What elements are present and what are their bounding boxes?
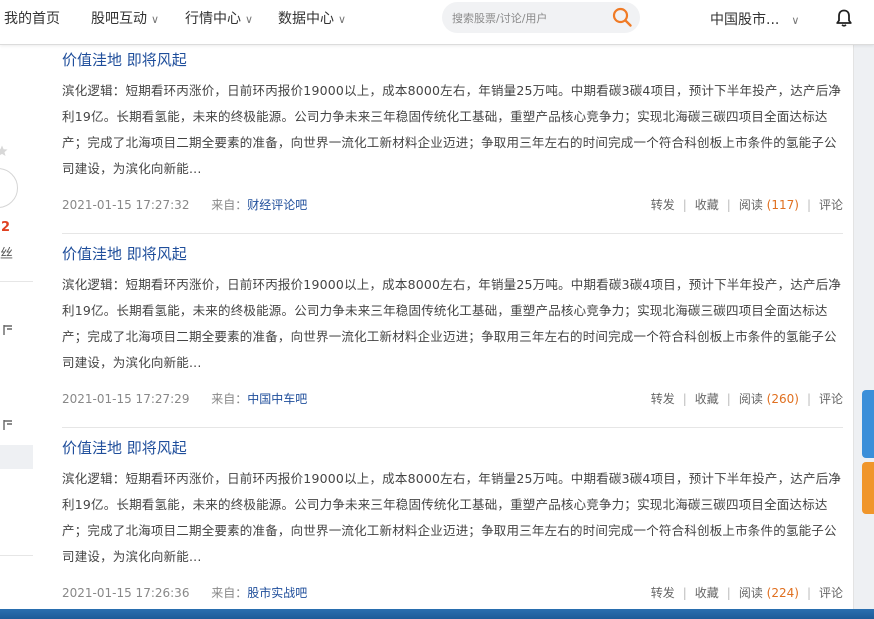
menu-corner-icon[interactable] bbox=[2, 324, 14, 336]
separator: | bbox=[806, 392, 811, 406]
post-body: 滨化逻辑：短期看环丙涨价，日前环丙报价19000以上，成本8000左右，年销量2… bbox=[62, 277, 842, 370]
post-title[interactable]: 价值洼地 即将风起 bbox=[62, 438, 843, 458]
nav-home-label: 我的首页 bbox=[4, 11, 60, 27]
sidebar-item-selected[interactable] bbox=[0, 445, 33, 469]
comment-button[interactable]: 评论 bbox=[819, 586, 843, 600]
post-body: 滨化逻辑：短期看环丙涨价，日前环丙报价19000以上，成本8000左右，年销量2… bbox=[62, 471, 842, 564]
post-divider bbox=[62, 427, 843, 428]
separator: | bbox=[806, 586, 811, 600]
nav-market-label: 行情中心 bbox=[185, 11, 241, 27]
sidebar-divider bbox=[0, 281, 33, 282]
post-actions: 转发 | 收藏 | 阅读 (117) | 评论 bbox=[651, 196, 843, 214]
star-icon bbox=[0, 145, 8, 156]
read-label: 阅读 bbox=[738, 198, 763, 212]
nav-data[interactable]: 数据中心 ∨ bbox=[278, 8, 346, 28]
post-time: 2021-01-15 17:26:36 bbox=[62, 586, 190, 600]
read-count: (260) bbox=[766, 392, 799, 406]
collect-button[interactable]: 收藏 bbox=[695, 586, 719, 600]
post-title[interactable]: 价值洼地 即将风起 bbox=[62, 244, 843, 264]
separator: | bbox=[682, 586, 687, 600]
post-feed: 价值洼地 即将风起 滨化逻辑：短期看环丙涨价，日前环丙报价19000以上，成本8… bbox=[33, 45, 854, 611]
forward-button[interactable]: 转发 bbox=[651, 198, 675, 212]
separator: | bbox=[806, 198, 811, 212]
nav-data-label: 数据中心 bbox=[278, 11, 334, 27]
forward-button[interactable]: 转发 bbox=[651, 586, 675, 600]
separator: | bbox=[726, 392, 731, 406]
market-select-label: 中国股市... bbox=[710, 12, 780, 28]
post-from-label: 来自： bbox=[211, 586, 248, 600]
menu-corner-icon[interactable] bbox=[2, 419, 14, 431]
sidebar-count: 2 bbox=[1, 220, 11, 235]
post-item: 价值洼地 即将风起 滨化逻辑：短期看环丙涨价，日前环丙报价19000以上，成本8… bbox=[62, 50, 843, 182]
collect-button[interactable]: 收藏 bbox=[695, 198, 719, 212]
post-actions: 转发 | 收藏 | 阅读 (224) | 评论 bbox=[651, 584, 843, 602]
post-source-link[interactable]: 财经评论吧 bbox=[247, 198, 307, 212]
chevron-down-icon: ∨ bbox=[151, 13, 160, 26]
avatar-ring[interactable] bbox=[0, 168, 18, 208]
read-label: 阅读 bbox=[738, 392, 763, 406]
chevron-down-icon: ∨ bbox=[791, 14, 800, 27]
post-title[interactable]: 价值洼地 即将风起 bbox=[62, 50, 843, 70]
top-nav-bar: 我的首页 股吧互动 ∨ 行情中心 ∨ 数据中心 ∨ 中国股市... ∨ bbox=[0, 0, 874, 45]
post-from-label: 来自： bbox=[211, 392, 248, 406]
sidebar-divider bbox=[0, 555, 33, 556]
post-divider bbox=[62, 233, 843, 234]
post-actions: 转发 | 收藏 | 阅读 (260) | 评论 bbox=[651, 390, 843, 408]
post-time: 2021-01-15 17:27:32 bbox=[62, 198, 190, 212]
search-box bbox=[442, 2, 640, 33]
chevron-down-icon: ∨ bbox=[245, 13, 254, 26]
separator: | bbox=[726, 198, 731, 212]
float-action-button[interactable] bbox=[862, 462, 874, 514]
forward-button[interactable]: 转发 bbox=[651, 392, 675, 406]
collect-button[interactable]: 收藏 bbox=[695, 392, 719, 406]
separator: | bbox=[726, 586, 731, 600]
market-select[interactable]: 中国股市... ∨ bbox=[710, 9, 799, 29]
read-count: (224) bbox=[766, 586, 799, 600]
post-meta: 2021-01-15 17:27:29 来自：中国中车吧 转发 | 收藏 | 阅读 (2… bbox=[62, 390, 843, 408]
nav-guba-label: 股吧互动 bbox=[91, 11, 147, 27]
post-item: 价值洼地 即将风起 滨化逻辑：短期看环丙涨价，日前环丙报价19000以上，成本8… bbox=[62, 438, 843, 570]
nav-home[interactable]: 我的首页 bbox=[4, 8, 60, 28]
read-count: (117) bbox=[766, 198, 799, 212]
left-sidebar: 2 丝 bbox=[0, 45, 34, 611]
bell-icon[interactable] bbox=[834, 8, 854, 28]
post-time: 2021-01-15 17:27:29 bbox=[62, 392, 190, 406]
post-from-label: 来自： bbox=[211, 198, 248, 212]
post-meta: 2021-01-15 17:26:36 来自：股市实战吧 转发 | 收藏 | 阅读 (2… bbox=[62, 584, 843, 602]
nav-guba[interactable]: 股吧互动 ∨ bbox=[91, 8, 159, 28]
post-meta: 2021-01-15 17:27:32 来自：财经评论吧 转发 | 收藏 | 阅读 (1… bbox=[62, 196, 843, 214]
taskbar-strip bbox=[0, 609, 874, 619]
post-body: 滨化逻辑：短期看环丙涨价，日前环丙报价19000以上，成本8000左右，年销量2… bbox=[62, 83, 842, 176]
comment-button[interactable]: 评论 bbox=[819, 392, 843, 406]
chevron-down-icon: ∨ bbox=[338, 13, 347, 26]
search-icon[interactable] bbox=[611, 6, 633, 28]
separator: | bbox=[682, 392, 687, 406]
post-source-link[interactable]: 股市实战吧 bbox=[247, 586, 307, 600]
feedback-float-button[interactable] bbox=[862, 390, 874, 458]
search-input[interactable] bbox=[450, 8, 604, 28]
separator: | bbox=[682, 198, 687, 212]
post-source-link[interactable]: 中国中车吧 bbox=[247, 392, 307, 406]
comment-button[interactable]: 评论 bbox=[819, 198, 843, 212]
sidebar-fans-label: 丝 bbox=[0, 247, 14, 262]
nav-market[interactable]: 行情中心 ∨ bbox=[185, 8, 253, 28]
read-label: 阅读 bbox=[738, 586, 763, 600]
post-item: 价值洼地 即将风起 滨化逻辑：短期看环丙涨价，日前环丙报价19000以上，成本8… bbox=[62, 244, 843, 376]
